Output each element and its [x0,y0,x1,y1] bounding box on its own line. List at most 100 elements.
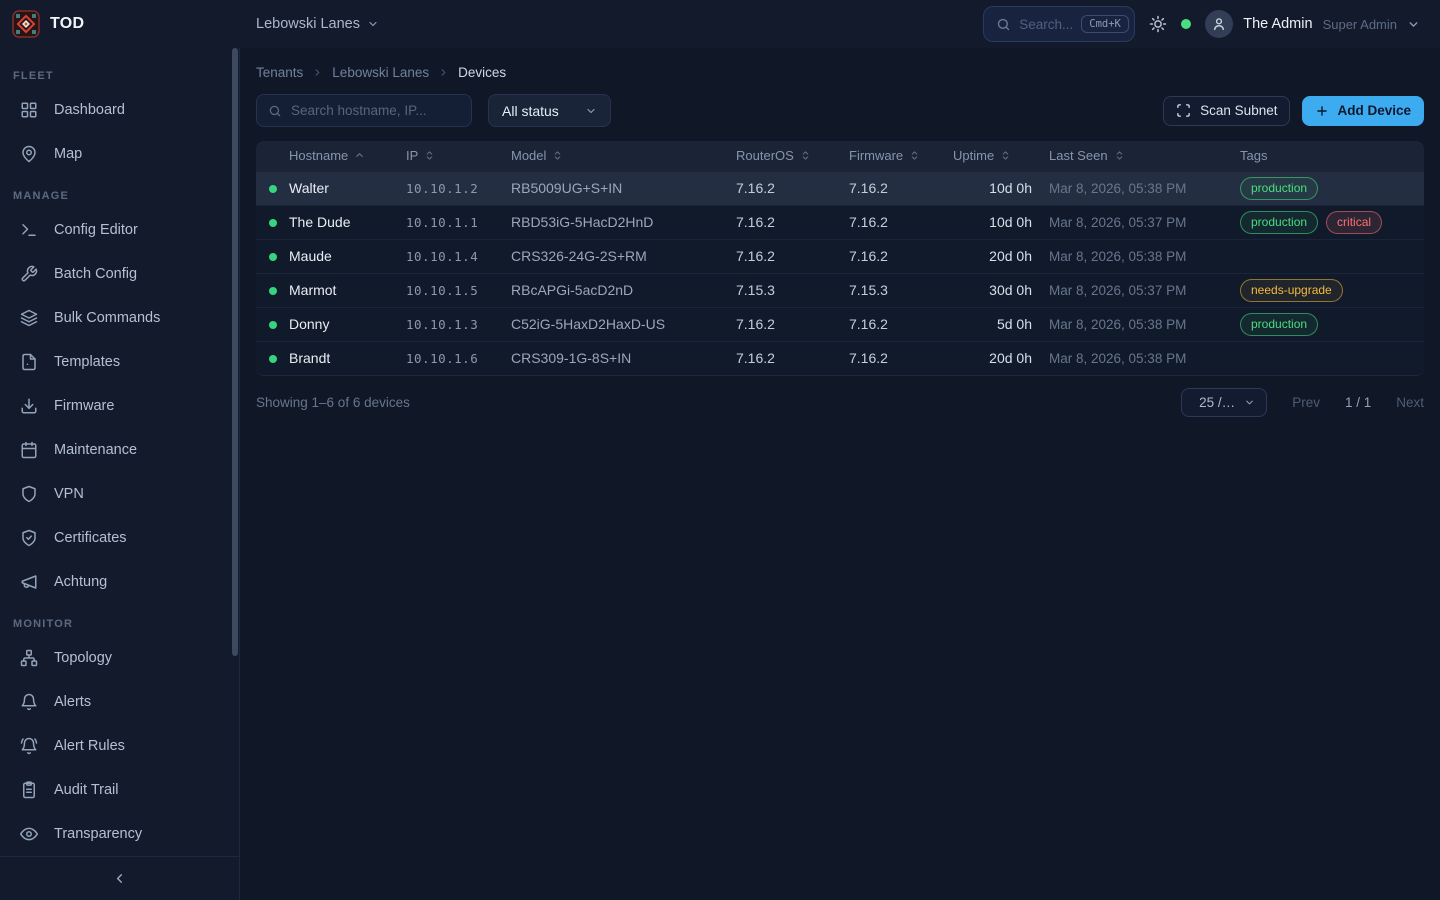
brand[interactable]: TOD [0,0,240,48]
column-firmware[interactable]: Firmware [849,141,953,171]
status-filter-select[interactable]: All status [488,94,611,127]
device-hostname: Walter [289,171,406,205]
device-model: RB5009UG+S+IN [511,171,736,205]
device-hostname: The Dude [289,205,406,239]
column-label: Tags [1240,148,1267,163]
main-content: Tenants Lebowski Lanes Devices Search ho… [240,48,1440,900]
sidebar-item-certificates[interactable]: Certificates [0,516,239,560]
table-toolbar: Search hostname, IP... All status Scan S… [256,94,1424,127]
sidebar-item-transparency[interactable]: Transparency [0,812,239,856]
chevron-right-icon [438,67,449,78]
page-size-select[interactable]: 25 /… [1181,388,1267,417]
device-ip: 10.10.1.4 [406,239,511,273]
tenant-name: Lebowski Lanes [256,16,360,32]
device-routeros: 7.16.2 [736,171,849,205]
scan-icon [1176,103,1191,118]
map-pin-icon [19,145,38,163]
device-row-marmot[interactable]: Marmot 10.10.1.5 RBcAPGi-5acD2nD 7.15.3 … [256,273,1424,307]
device-row-the-dude[interactable]: The Dude 10.10.1.1 RBD53iG-5HacD2HnD 7.1… [256,205,1424,239]
global-search[interactable]: Search... Cmd+K [983,6,1135,42]
sidebar-item-achtung[interactable]: Achtung [0,560,239,604]
sidebar-collapse-button[interactable] [0,856,239,900]
scan-subnet-button[interactable]: Scan Subnet [1163,96,1290,126]
theme-toggle-sun-icon[interactable] [1149,15,1167,33]
device-ip: 10.10.1.2 [406,171,511,205]
sidebar-section-fleet: FLEET [0,56,239,88]
device-model: CRS309-1G-8S+IN [511,341,736,375]
column-uptime[interactable]: Uptime [953,141,1049,171]
device-row-maude[interactable]: Maude 10.10.1.4 CRS326-24G-2S+RM 7.16.2 … [256,239,1424,273]
sidebar-item-firmware[interactable]: Firmware [0,384,239,428]
next-page-button[interactable]: Next [1396,395,1424,410]
device-hostname: Brandt [289,341,406,375]
sidebar-item-audit-trail[interactable]: Audit Trail [0,768,239,812]
breadcrumb-tenants[interactable]: Tenants [256,65,303,80]
add-device-label: Add Device [1337,103,1411,118]
sidebar-item-maintenance[interactable]: Maintenance [0,428,239,472]
device-search-placeholder: Search hostname, IP... [291,103,427,118]
column-last-seen[interactable]: Last Seen [1049,141,1240,171]
shield-check-icon [19,529,38,547]
sidebar-item-config-editor[interactable]: Config Editor [0,208,239,252]
terminal-icon [19,221,38,239]
device-uptime: 30d 0h [953,273,1049,307]
user-menu[interactable]: The Admin Super Admin [1205,10,1420,38]
sidebar: FLEET Dashboard Map MANAGE Config Editor… [0,48,240,900]
sidebar-item-batch-config[interactable]: Batch Config [0,252,239,296]
download-icon [19,397,38,415]
device-last-seen: Mar 8, 2026, 05:38 PM [1049,239,1240,273]
device-firmware: 7.16.2 [849,205,953,239]
status-filter-value: All status [502,103,559,119]
column-hostname[interactable]: Hostname [289,141,406,171]
column-model[interactable]: Model [511,141,736,171]
shortcut-badge: Cmd+K [1081,15,1129,33]
device-row-donny[interactable]: Donny 10.10.1.3 C52iG-5HaxD2HaxD-US 7.16… [256,307,1424,341]
sidebar-item-alerts[interactable]: Alerts [0,680,239,724]
column-tags: Tags [1240,141,1424,171]
breadcrumb-tenant[interactable]: Lebowski Lanes [332,65,429,80]
column-label: Firmware [849,148,903,163]
user-name: The Admin [1243,16,1312,32]
device-routeros: 7.15.3 [736,273,849,307]
device-row-brandt[interactable]: Brandt 10.10.1.6 CRS309-1G-8S+IN 7.16.2 … [256,341,1424,375]
tag-needs-upgrade: needs-upgrade [1240,279,1343,302]
device-last-seen: Mar 8, 2026, 05:37 PM [1049,273,1240,307]
device-firmware: 7.16.2 [849,341,953,375]
sort-asc-icon [354,150,365,161]
device-hostname: Marmot [289,273,406,307]
page-size-value: 25 /… [1199,395,1235,410]
sidebar-item-label: Achtung [54,574,107,590]
sidebar-item-alert-rules[interactable]: Alert Rules [0,724,239,768]
clipboard-icon [19,781,38,799]
status-dot-online [269,219,277,227]
device-hostname: Donny [289,307,406,341]
add-device-button[interactable]: Add Device [1302,96,1424,126]
sidebar-scrollbar[interactable] [232,48,238,656]
sidebar-item-label: Alert Rules [54,738,125,754]
device-uptime: 20d 0h [953,239,1049,273]
device-search-input[interactable]: Search hostname, IP... [256,94,472,127]
sidebar-item-templates[interactable]: Templates [0,340,239,384]
sidebar-item-topology[interactable]: Topology [0,636,239,680]
eye-icon [19,825,38,843]
column-routeros[interactable]: RouterOS [736,141,849,171]
column-ip[interactable]: IP [406,141,511,171]
tenant-switcher[interactable]: Lebowski Lanes [256,16,379,32]
device-ip: 10.10.1.5 [406,273,511,307]
sidebar-item-label: Bulk Commands [54,310,160,326]
calendar-icon [19,441,38,459]
sidebar-item-map[interactable]: Map [0,132,239,176]
device-row-walter[interactable]: Walter 10.10.1.2 RB5009UG+S+IN 7.16.2 7.… [256,171,1424,205]
app-title: TOD [50,15,84,33]
breadcrumb-current-page: Devices [458,65,506,80]
sidebar-item-dashboard[interactable]: Dashboard [0,88,239,132]
sidebar-item-bulk-commands[interactable]: Bulk Commands [0,296,239,340]
device-uptime: 20d 0h [953,341,1049,375]
device-routeros: 7.16.2 [736,307,849,341]
device-model: C52iG-5HaxD2HaxD-US [511,307,736,341]
dashboard-grid-icon [19,101,38,119]
prev-page-button[interactable]: Prev [1292,395,1320,410]
sidebar-item-vpn[interactable]: VPN [0,472,239,516]
device-last-seen: Mar 8, 2026, 05:37 PM [1049,205,1240,239]
sidebar-section-manage: MANAGE [0,176,239,208]
